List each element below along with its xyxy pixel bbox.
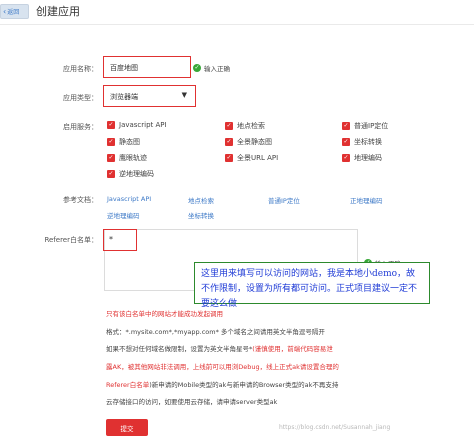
triangle-down-icon: ▼ — [181, 91, 187, 99]
service-checkbox-panorama-url[interactable]: ✓ 全景URL API — [225, 153, 278, 163]
checked-box-icon: ✓ — [342, 154, 350, 162]
service-checkbox-coord-convert[interactable]: ✓ 坐标转换 — [342, 137, 382, 147]
doc-link-geocoding[interactable]: 正地理编码 — [350, 195, 383, 205]
app-type-value: 浏览器端 — [110, 93, 138, 101]
service-label: 坐标转换 — [354, 138, 382, 146]
referer-value: * — [109, 235, 113, 244]
service-label: 全景静态图 — [237, 138, 272, 146]
service-label: 静态图 — [119, 138, 140, 146]
service-label: 鹰眼轨迹 — [119, 154, 147, 162]
check-circle-icon: ✓ — [193, 64, 201, 72]
service-checkbox-panorama-static[interactable]: ✓ 全景静态图 — [225, 137, 272, 147]
doc-link-coord-convert[interactable]: 坐标转换 — [188, 210, 214, 220]
service-label: 逆地理编码 — [119, 170, 154, 178]
note-line-4: 露AK，被其他网站非法调用，上线前可以用浏Debug，线上正式ak请设置合理的 — [106, 363, 339, 371]
note-line-5a: Referer白名单 — [106, 381, 150, 389]
note-line-3b: (谨慎使用，前端代码容易泄 — [252, 345, 333, 353]
referer-value-highlight[interactable]: * — [103, 229, 137, 251]
back-button[interactable]: ‹ 返回 — [0, 4, 29, 19]
app-type-label: 应用类型： — [63, 94, 98, 102]
checked-box-icon: ✓ — [107, 170, 115, 178]
referer-label: Referer白名单： — [44, 236, 98, 244]
service-label: 地点检索 — [237, 122, 265, 130]
back-label: 返回 — [7, 9, 20, 16]
header-divider — [0, 24, 474, 25]
watermark: https://blog.csdn.net/Susannah_jiang — [279, 424, 391, 431]
app-name-valid: ✓ 输入正确 — [193, 63, 230, 73]
page-title: 创建应用 — [36, 5, 80, 18]
service-checkbox-ip-location[interactable]: ✓ 普通IP定位 — [342, 121, 388, 131]
service-label: 普通IP定位 — [354, 122, 389, 130]
app-name-value: 百度地图 — [110, 64, 138, 72]
service-checkbox-geocoding[interactable]: ✓ 地理编码 — [342, 153, 382, 163]
checked-box-icon: ✓ — [225, 154, 233, 162]
service-checkbox-reverse-geocoding[interactable]: ✓ 逆地理编码 — [107, 169, 154, 179]
checked-box-icon: ✓ — [107, 138, 115, 146]
service-checkbox-static-map[interactable]: ✓ 静态图 — [107, 137, 140, 147]
service-label: 全景URL API — [237, 154, 279, 162]
checked-box-icon: ✓ — [342, 122, 350, 130]
checked-box-icon: ✓ — [107, 154, 115, 162]
chevron-left-icon: ‹ — [3, 7, 7, 16]
app-name-label: 应用名称： — [63, 65, 98, 73]
doc-link-javascript-api[interactable]: Javascript API — [107, 195, 151, 203]
checked-box-icon: ✓ — [225, 138, 233, 146]
doc-link-reverse-geocoding[interactable]: 逆地理编码 — [107, 210, 140, 220]
app-type-select[interactable]: 浏览器端 ▼ — [103, 85, 196, 107]
service-label: Javascript API — [119, 121, 167, 129]
note-line-2: 格式：*.mysite.com*,*myapp.com* 多个域名之间请用英文半… — [106, 328, 325, 336]
app-name-valid-text: 输入正确 — [204, 65, 230, 73]
annotation-callout: 这里用来填写可以访问的网站，我是本地小demo，故不作限制，设置为所有都可访问。… — [194, 262, 430, 309]
service-label: 地理编码 — [354, 154, 382, 162]
note-line-5: Referer白名单)新申请的Mobile类型的ak与新申请的Browser类型… — [106, 379, 338, 389]
note-line-6: 云存储接口的访问，如要使用云存储，请申请server类型ak — [106, 398, 278, 406]
docs-label: 参考文档： — [63, 196, 98, 204]
doc-link-ip-location[interactable]: 普通IP定位 — [268, 195, 300, 205]
note-line-3a: 如果不想对任何域名做限制，设置为英文半角星号* — [106, 345, 253, 353]
note-line-1: 只有该白名单中的网站才能成功发起调用 — [106, 310, 223, 318]
service-checkbox-place-search[interactable]: ✓ 地点检索 — [225, 121, 265, 131]
service-checkbox-javascript-api[interactable]: ✓ Javascript API — [107, 121, 167, 129]
service-checkbox-eagle-track[interactable]: ✓ 鹰眼轨迹 — [107, 153, 147, 163]
note-line-5b: )新申请的Mobile类型的ak与新申请的Browser类型的ak不再支持 — [149, 381, 339, 389]
checked-box-icon: ✓ — [107, 121, 115, 129]
note-line-3: 如果不想对任何域名做限制，设置为英文半角星号*(谨慎使用，前端代码容易泄 — [106, 343, 333, 353]
submit-button[interactable]: 提交 — [106, 419, 148, 436]
checked-box-icon: ✓ — [342, 138, 350, 146]
services-label: 启用服务： — [63, 123, 98, 131]
checked-box-icon: ✓ — [225, 122, 233, 130]
app-name-field[interactable]: 百度地图 — [103, 56, 191, 78]
doc-link-place-search[interactable]: 地点检索 — [188, 195, 214, 205]
